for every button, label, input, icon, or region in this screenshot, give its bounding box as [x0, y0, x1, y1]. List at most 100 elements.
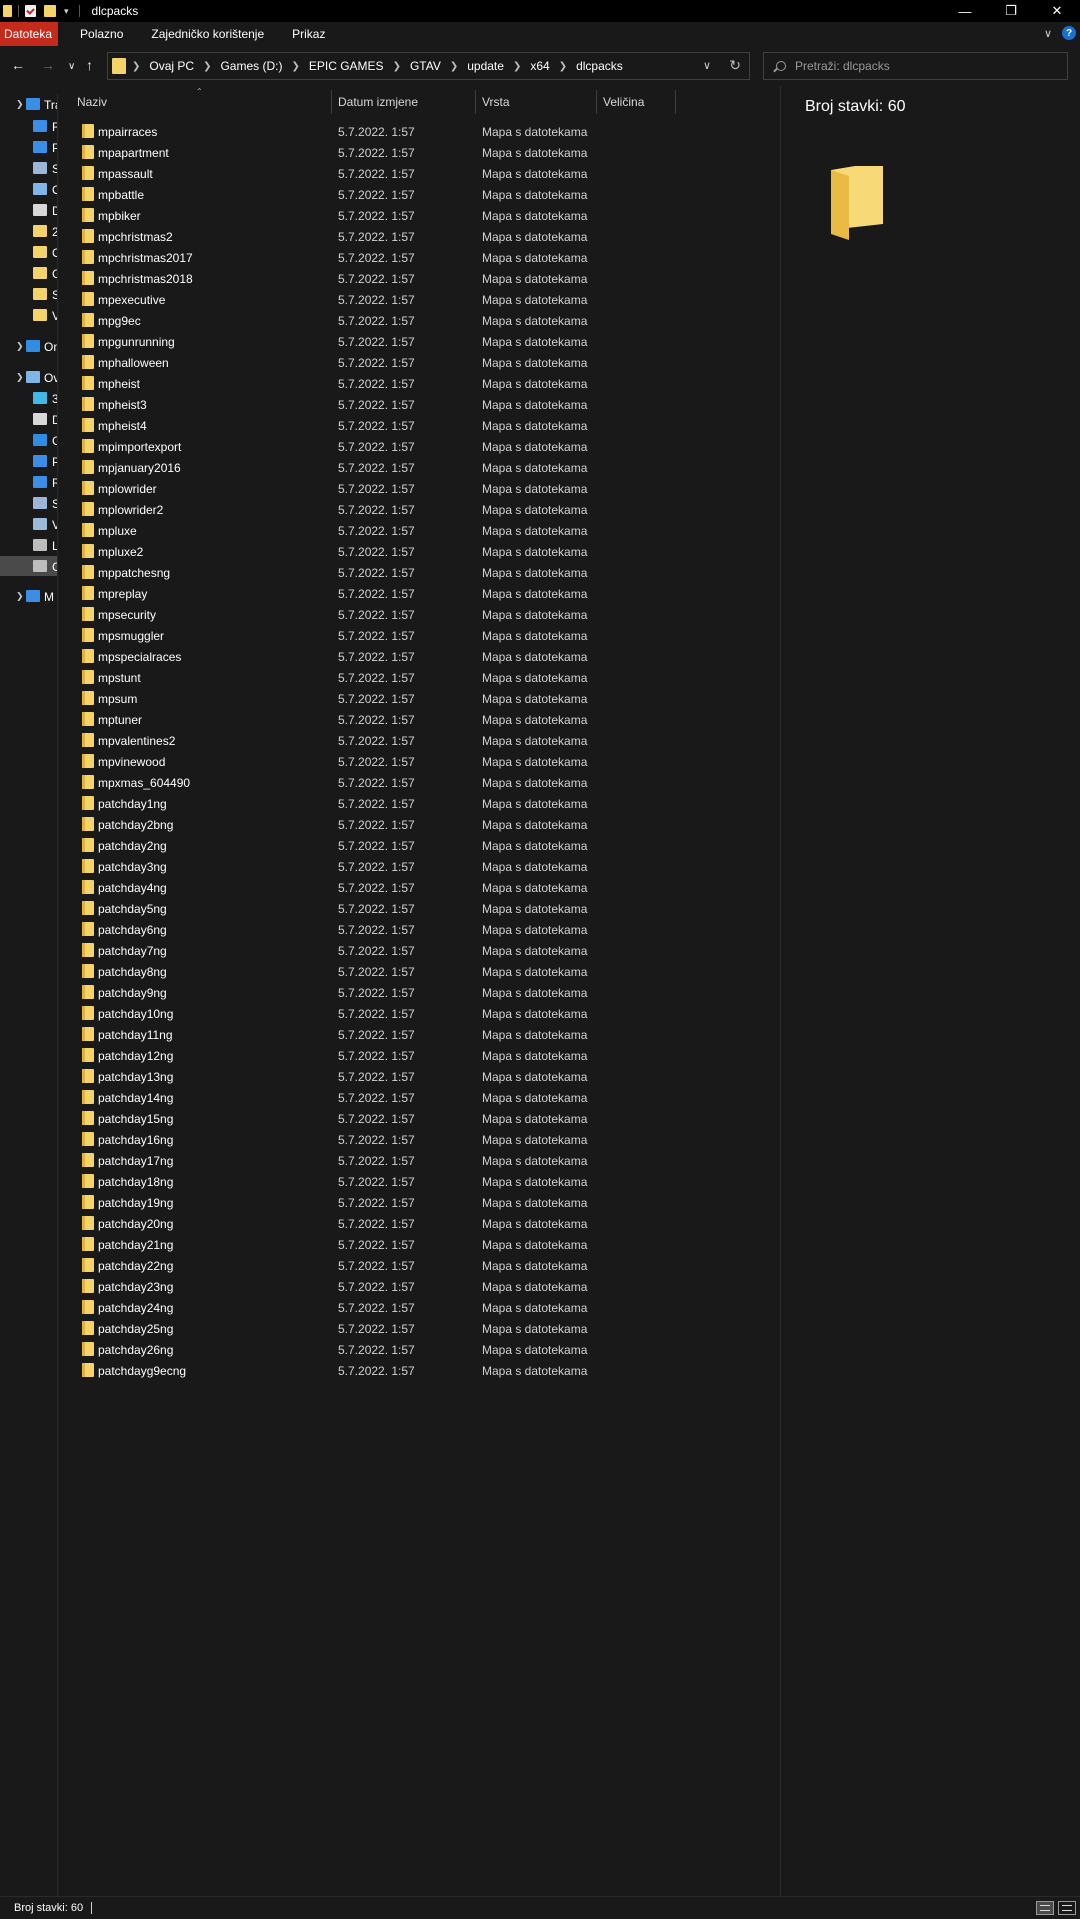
table-row[interactable]: mpxmas_604490 5.7.2022. 1:57 Mapa s datote…: [58, 772, 780, 793]
table-row[interactable]: patchday5ng 5.7.2022. 1:57 Mapa s datoteka…: [58, 898, 780, 919]
table-row[interactable]: patchday15ng 5.7.2022. 1:57 Mapa s datotek…: [58, 1108, 780, 1129]
table-row[interactable]: mpjanuary2016 5.7.2022. 1:57 Mapa s datote…: [58, 457, 780, 478]
table-row[interactable]: mpvinewood 5.7.2022. 1:57 Mapa s datotekam…: [58, 751, 780, 772]
column-divider[interactable]: [675, 90, 676, 114]
column-header-date[interactable]: Datum izmjene: [338, 95, 418, 109]
minimize-button[interactable]: —: [942, 0, 988, 22]
chevron-right-icon[interactable]: ❯: [393, 61, 401, 72]
address-history-dropdown-icon[interactable]: ∨: [703, 59, 711, 72]
up-arrow-icon[interactable]: ↑: [86, 58, 93, 72]
table-row[interactable]: patchday2bng 5.7.2022. 1:57 Mapa s datotek…: [58, 814, 780, 835]
table-row[interactable]: mphalloween 5.7.2022. 1:57 Mapa s datoteka…: [58, 352, 780, 373]
table-row[interactable]: mpbattle 5.7.2022. 1:57 Mapa s datotekama: [58, 184, 780, 205]
tab-zajednicko-koristenje[interactable]: Zajedničko korištenje: [141, 22, 274, 46]
table-row[interactable]: patchday9ng 5.7.2022. 1:57 Mapa s datoteka…: [58, 982, 780, 1003]
sidebar-item[interactable]: ❯ Ov: [0, 367, 57, 387]
expand-arrow-icon[interactable]: ❯: [16, 99, 24, 110]
details-view-button[interactable]: [1036, 1901, 1054, 1915]
column-divider[interactable]: [331, 90, 332, 114]
table-row[interactable]: mppatchesng 5.7.2022. 1:57 Mapa s datoteka…: [58, 562, 780, 583]
new-folder-icon[interactable]: [44, 5, 56, 17]
refresh-icon[interactable]: ↻: [729, 57, 741, 74]
sidebar-item[interactable]: O: [0, 242, 57, 262]
table-row[interactable]: mpheist 5.7.2022. 1:57 Mapa s datotekama: [58, 373, 780, 394]
sidebar-item[interactable]: 3: [0, 388, 57, 408]
sidebar-item[interactable]: ❯ M: [0, 586, 57, 606]
chevron-right-icon[interactable]: ❯: [291, 61, 299, 72]
tab-polazno[interactable]: Polazno: [70, 22, 133, 46]
table-row[interactable]: patchday22ng 5.7.2022. 1:57 Mapa s datotek…: [58, 1255, 780, 1276]
table-row[interactable]: mpreplay 5.7.2022. 1:57 Mapa s datotekama: [58, 583, 780, 604]
search-box[interactable]: [763, 52, 1068, 80]
table-row[interactable]: patchday17ng 5.7.2022. 1:57 Mapa s datotek…: [58, 1150, 780, 1171]
file-list[interactable]: ⌃ Naziv Datum izmjene Vrsta Veličina mpa…: [58, 86, 780, 1896]
sidebar-item[interactable]: D: [0, 200, 57, 220]
sidebar-item[interactable]: V: [0, 305, 57, 325]
breadcrumb-item[interactable]: EPIC GAMES: [309, 59, 384, 73]
sidebar-item[interactable]: ❯ On: [0, 336, 57, 356]
table-row[interactable]: mpheist4 5.7.2022. 1:57 Mapa s datotekama: [58, 415, 780, 436]
sidebar-item[interactable]: G: [0, 430, 57, 450]
sidebar-item[interactable]: G: [0, 556, 57, 576]
table-row[interactable]: mptuner 5.7.2022. 1:57 Mapa s datotekama: [58, 709, 780, 730]
sidebar-item[interactable]: L: [0, 535, 57, 555]
expand-ribbon-icon[interactable]: ∨: [1044, 27, 1052, 40]
expand-arrow-icon[interactable]: ❯: [16, 341, 24, 352]
chevron-right-icon[interactable]: ❯: [559, 61, 567, 72]
table-row[interactable]: patchday25ng 5.7.2022. 1:57 Mapa s datotek…: [58, 1318, 780, 1339]
expand-arrow-icon[interactable]: ❯: [16, 591, 24, 602]
expand-arrow-icon[interactable]: ❯: [16, 372, 24, 383]
navigation-pane[interactable]: ❯TraRPSOD2OGSV❯On❯Ov3DGPRSVLG❯M: [0, 94, 57, 1896]
chevron-right-icon[interactable]: ❯: [513, 61, 521, 72]
table-row[interactable]: patchday19ng 5.7.2022. 1:57 Mapa s datotek…: [58, 1192, 780, 1213]
sidebar-item[interactable]: R: [0, 472, 57, 492]
table-row[interactable]: mpheist3 5.7.2022. 1:57 Mapa s datotekama: [58, 394, 780, 415]
table-row[interactable]: patchday1ng 5.7.2022. 1:57 Mapa s datoteka…: [58, 793, 780, 814]
table-row[interactable]: mpimportexport 5.7.2022. 1:57 Mapa s datot…: [58, 436, 780, 457]
breadcrumb-item[interactable]: Ovaj PC: [149, 59, 194, 73]
tab-prikaz[interactable]: Prikaz: [282, 22, 335, 46]
sidebar-item[interactable]: P: [0, 451, 57, 471]
table-row[interactable]: mpsmuggler 5.7.2022. 1:57 Mapa s datotekam…: [58, 625, 780, 646]
sidebar-item[interactable]: S: [0, 284, 57, 304]
table-row[interactable]: patchday26ng 5.7.2022. 1:57 Mapa s datotek…: [58, 1339, 780, 1360]
restore-button[interactable]: ❐: [988, 0, 1034, 22]
table-row[interactable]: mpassault 5.7.2022. 1:57 Mapa s datotekama: [58, 163, 780, 184]
sidebar-item[interactable]: D: [0, 409, 57, 429]
table-row[interactable]: patchday7ng 5.7.2022. 1:57 Mapa s datoteka…: [58, 940, 780, 961]
search-input[interactable]: [795, 59, 1055, 73]
table-row[interactable]: mpairraces 5.7.2022. 1:57 Mapa s datotekam…: [58, 121, 780, 142]
sidebar-item[interactable]: S: [0, 158, 57, 178]
table-row[interactable]: mpgunrunning 5.7.2022. 1:57 Mapa s datotek…: [58, 331, 780, 352]
table-row[interactable]: mpapartment 5.7.2022. 1:57 Mapa s datoteka…: [58, 142, 780, 163]
table-row[interactable]: patchday16ng 5.7.2022. 1:57 Mapa s datotek…: [58, 1129, 780, 1150]
table-row[interactable]: mpchristmas2018 5.7.2022. 1:57 Mapa s dato…: [58, 268, 780, 289]
chevron-right-icon[interactable]: ❯: [203, 61, 211, 72]
table-row[interactable]: mpexecutive 5.7.2022. 1:57 Mapa s datoteka…: [58, 289, 780, 310]
table-row[interactable]: mpsecurity 5.7.2022. 1:57 Mapa s datotekam…: [58, 604, 780, 625]
tab-datoteka[interactable]: Datoteka: [0, 22, 59, 46]
table-row[interactable]: mpsum 5.7.2022. 1:57 Mapa s datotekama: [58, 688, 780, 709]
sidebar-item[interactable]: O: [0, 179, 57, 199]
breadcrumb-item[interactable]: GTAV: [410, 59, 441, 73]
sidebar-item[interactable]: ❯ Tra: [0, 94, 57, 114]
table-row[interactable]: patchday20ng 5.7.2022. 1:57 Mapa s datotek…: [58, 1213, 780, 1234]
chevron-right-icon[interactable]: ❯: [132, 61, 140, 72]
table-row[interactable]: patchday24ng 5.7.2022. 1:57 Mapa s datotek…: [58, 1297, 780, 1318]
column-divider[interactable]: [596, 90, 597, 114]
breadcrumb-item[interactable]: update: [467, 59, 504, 73]
column-header-size[interactable]: Veličina: [603, 95, 644, 109]
address-bar[interactable]: ❯ Ovaj PC ❯ Games (D:) ❯ EPIC GAMES ❯ GT…: [107, 52, 750, 80]
properties-icon[interactable]: [25, 5, 36, 17]
table-row[interactable]: mpg9ec 5.7.2022. 1:57 Mapa s datotekama: [58, 310, 780, 331]
large-icons-view-button[interactable]: [1058, 1901, 1076, 1915]
table-row[interactable]: mpvalentines2 5.7.2022. 1:57 Mapa s datote…: [58, 730, 780, 751]
table-row[interactable]: mpchristmas2 5.7.2022. 1:57 Mapa s datotek…: [58, 226, 780, 247]
help-icon[interactable]: ?: [1062, 26, 1076, 40]
table-row[interactable]: patchday12ng 5.7.2022. 1:57 Mapa s datotek…: [58, 1045, 780, 1066]
table-row[interactable]: patchday23ng 5.7.2022. 1:57 Mapa s datotek…: [58, 1276, 780, 1297]
sidebar-item[interactable]: G: [0, 263, 57, 283]
table-row[interactable]: patchday8ng 5.7.2022. 1:57 Mapa s datoteka…: [58, 961, 780, 982]
breadcrumb-item[interactable]: dlcpacks: [576, 59, 623, 73]
sidebar-item[interactable]: P: [0, 137, 57, 157]
